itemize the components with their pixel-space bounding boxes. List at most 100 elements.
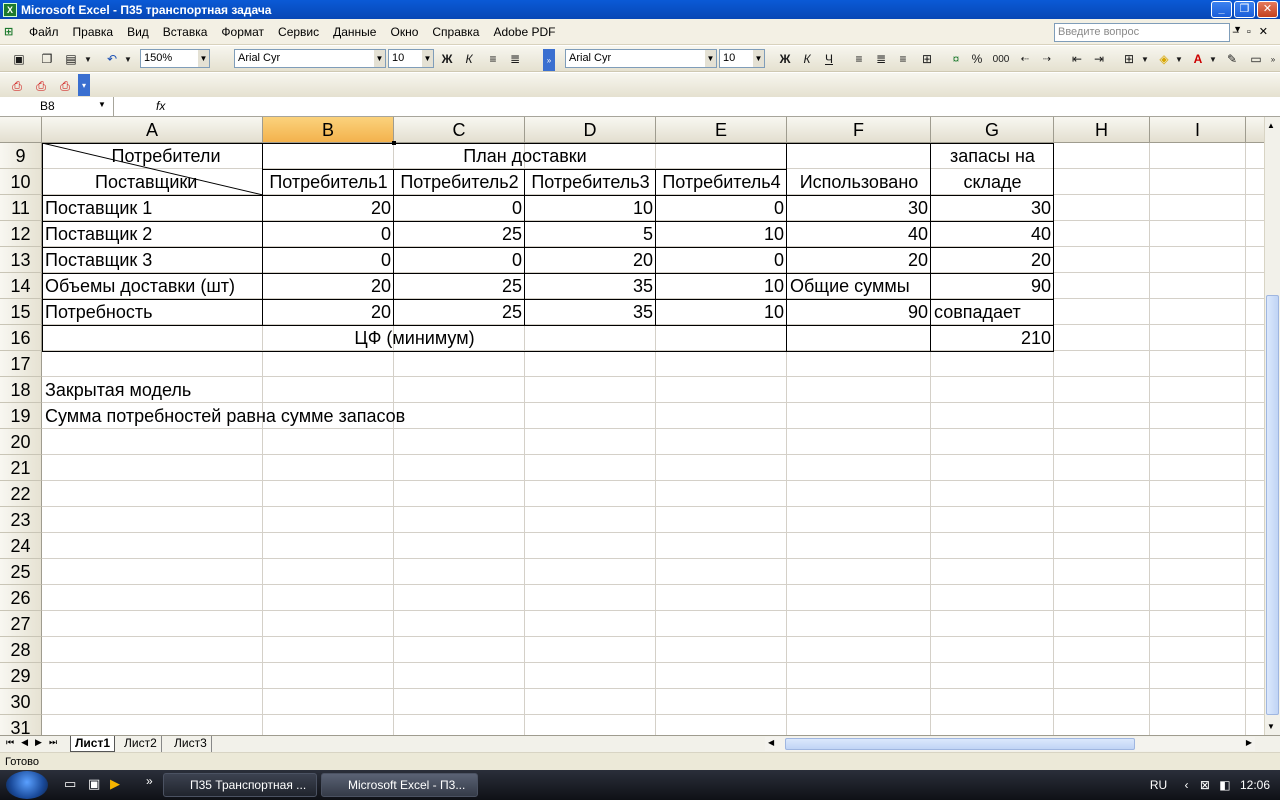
data-cell[interactable]: 25 xyxy=(394,221,525,247)
excel-app-icon[interactable]: X xyxy=(3,2,17,17)
function-icon[interactable]: fx xyxy=(156,99,165,113)
close-button[interactable]: ✕ xyxy=(1257,1,1278,18)
merge-cells-icon[interactable]: ⊞ xyxy=(918,49,936,69)
menu-view[interactable]: Вид xyxy=(120,25,156,39)
consumer-header-3[interactable]: Потребитель3 xyxy=(525,169,656,195)
format-painter-icon[interactable]: ✎ xyxy=(1222,49,1242,69)
column-header-a[interactable]: A xyxy=(42,117,263,143)
consumer-header-4[interactable]: Потребитель4 xyxy=(656,169,787,195)
used-cell[interactable]: 20 xyxy=(787,247,931,273)
increase-indent-icon[interactable]: ⇥ xyxy=(1090,49,1108,69)
scroll-right-icon[interactable]: ▶ xyxy=(1246,738,1252,747)
tab-sheet1[interactable]: Лист1 xyxy=(70,736,116,752)
objective-value[interactable]: 210 xyxy=(931,325,1054,351)
font-size-select[interactable]: 10 ▼ xyxy=(388,49,434,68)
font-dropdown-icon[interactable]: ▼ xyxy=(374,50,385,67)
row-header[interactable]: 13 xyxy=(0,247,42,273)
font-size-dropdown-icon[interactable]: ▼ xyxy=(422,50,433,67)
toolbar-options-icon[interactable]: » xyxy=(543,49,555,71)
column-header-c[interactable]: C xyxy=(394,117,525,143)
row-label[interactable]: Поставщик 3 xyxy=(42,247,263,273)
menu-edit[interactable]: Правка xyxy=(66,25,121,39)
data-cell[interactable]: 10 xyxy=(525,195,656,221)
row-label[interactable]: Поставщик 2 xyxy=(42,221,263,247)
row-header[interactable]: 22 xyxy=(0,481,42,507)
align-left-icon-2[interactable]: ≡ xyxy=(850,49,868,69)
bold-button-2[interactable]: Ж xyxy=(776,49,794,69)
decrease-decimal-icon[interactable]: ⇢ xyxy=(1038,49,1056,69)
stock-cell[interactable]: 90 xyxy=(931,273,1054,299)
italic-button-2[interactable]: К xyxy=(798,49,816,69)
row-header[interactable]: 31 xyxy=(0,715,42,735)
language-indicator[interactable]: RU xyxy=(1150,778,1167,792)
stock-header-line2[interactable]: складе xyxy=(931,169,1054,195)
bold-button[interactable]: Ж xyxy=(438,49,456,69)
decrease-indent-icon[interactable]: ⇤ xyxy=(1068,49,1086,69)
row-header[interactable]: 25 xyxy=(0,559,42,585)
row-header[interactable]: 9 xyxy=(0,143,42,169)
percent-button[interactable]: % xyxy=(968,49,986,69)
copy-icon[interactable]: ❐ xyxy=(36,49,58,69)
pdf-review-icon[interactable]: ⎙ xyxy=(56,76,74,96)
fill-color-icon[interactable]: ◈ xyxy=(1154,49,1174,69)
font-color-icon[interactable]: A xyxy=(1188,49,1208,69)
fill-handle[interactable] xyxy=(392,141,396,145)
save-icon[interactable]: ▣ xyxy=(8,49,30,69)
row-header[interactable]: 29 xyxy=(0,663,42,689)
menu-help[interactable]: Справка xyxy=(425,25,486,39)
scroll-up-icon[interactable]: ▲ xyxy=(1267,121,1275,130)
consumer-header-1[interactable]: Потребитель1 xyxy=(263,169,394,195)
workbook-icon[interactable]: ⊞ xyxy=(4,25,22,38)
row-header[interactable]: 11 xyxy=(0,195,42,221)
scroll-down-icon[interactable]: ▼ xyxy=(1267,722,1275,731)
align-left-icon[interactable]: ≡ xyxy=(484,49,502,69)
volume-icon[interactable]: ◧ xyxy=(1219,778,1230,792)
restore-button[interactable]: ❐ xyxy=(1234,1,1255,18)
row-header[interactable]: 17 xyxy=(0,351,42,377)
tab-sheet2[interactable]: Лист2 xyxy=(120,736,162,752)
undo-icon[interactable]: ↶ xyxy=(102,49,122,69)
task-excel[interactable]: Microsoft Excel - П3... xyxy=(321,773,478,797)
row-header[interactable]: 15 xyxy=(0,299,42,325)
borders-icon[interactable]: ⊞ xyxy=(1120,49,1138,69)
horizontal-scrollbar[interactable]: ◀ ▶ xyxy=(765,737,1255,751)
consumer-header-2[interactable]: Потребитель2 xyxy=(394,169,525,195)
stock-header-line1[interactable]: запасы на xyxy=(931,143,1054,169)
stock-cell[interactable]: 40 xyxy=(931,221,1054,247)
data-cell[interactable]: 20 xyxy=(263,299,394,325)
zoom-dropdown-icon[interactable]: ▼ xyxy=(198,50,209,67)
column-header-h[interactable]: H xyxy=(1054,117,1150,143)
pdf-toolbar-options-icon[interactable]: ▾ xyxy=(78,74,90,96)
data-cell[interactable]: 0 xyxy=(263,247,394,273)
paste-icon[interactable]: ▤ xyxy=(60,49,82,69)
row-header[interactable]: 20 xyxy=(0,429,42,455)
menu-tools[interactable]: Сервис xyxy=(271,25,326,39)
data-cell[interactable]: 0 xyxy=(394,195,525,221)
data-cell[interactable]: 0 xyxy=(263,221,394,247)
data-cell[interactable]: 20 xyxy=(263,195,394,221)
note-sum-equal[interactable]: Сумма потребностей равна сумме запасов xyxy=(42,403,642,429)
menu-insert[interactable]: Вставка xyxy=(156,25,215,39)
column-header-d[interactable]: D xyxy=(525,117,656,143)
font-color-dropdown-icon[interactable]: ▼ xyxy=(1208,49,1218,69)
create-pdf-icon[interactable]: ⎙ xyxy=(8,76,26,96)
menu-format[interactable]: Формат xyxy=(214,25,271,39)
vertical-scrollbar[interactable]: ▲ ▼ xyxy=(1264,117,1280,735)
row-header[interactable]: 10 xyxy=(0,169,42,195)
row-header[interactable]: 23 xyxy=(0,507,42,533)
task-word-document[interactable]: П35 Транспортная ... xyxy=(163,773,317,797)
note-closed-model[interactable]: Закрытая модель xyxy=(42,377,542,403)
menu-data[interactable]: Данные xyxy=(326,25,383,39)
row-header[interactable]: 26 xyxy=(0,585,42,611)
currency-icon[interactable]: ¤ xyxy=(946,49,966,69)
data-cell[interactable]: 0 xyxy=(656,247,787,273)
pdf-email-icon[interactable]: ⎙ xyxy=(32,76,50,96)
underline-button[interactable]: Ч xyxy=(820,49,838,69)
increase-decimal-icon[interactable]: ⇠ xyxy=(1016,49,1034,69)
menu-window[interactable]: Окно xyxy=(383,25,425,39)
used-cell[interactable]: 90 xyxy=(787,299,931,325)
data-cell[interactable]: 35 xyxy=(525,273,656,299)
explorer-icon[interactable]: ▣ xyxy=(88,776,100,792)
window-icon[interactable]: ▭ xyxy=(1246,49,1266,69)
total-sums-label[interactable]: Общие суммы xyxy=(787,273,931,299)
